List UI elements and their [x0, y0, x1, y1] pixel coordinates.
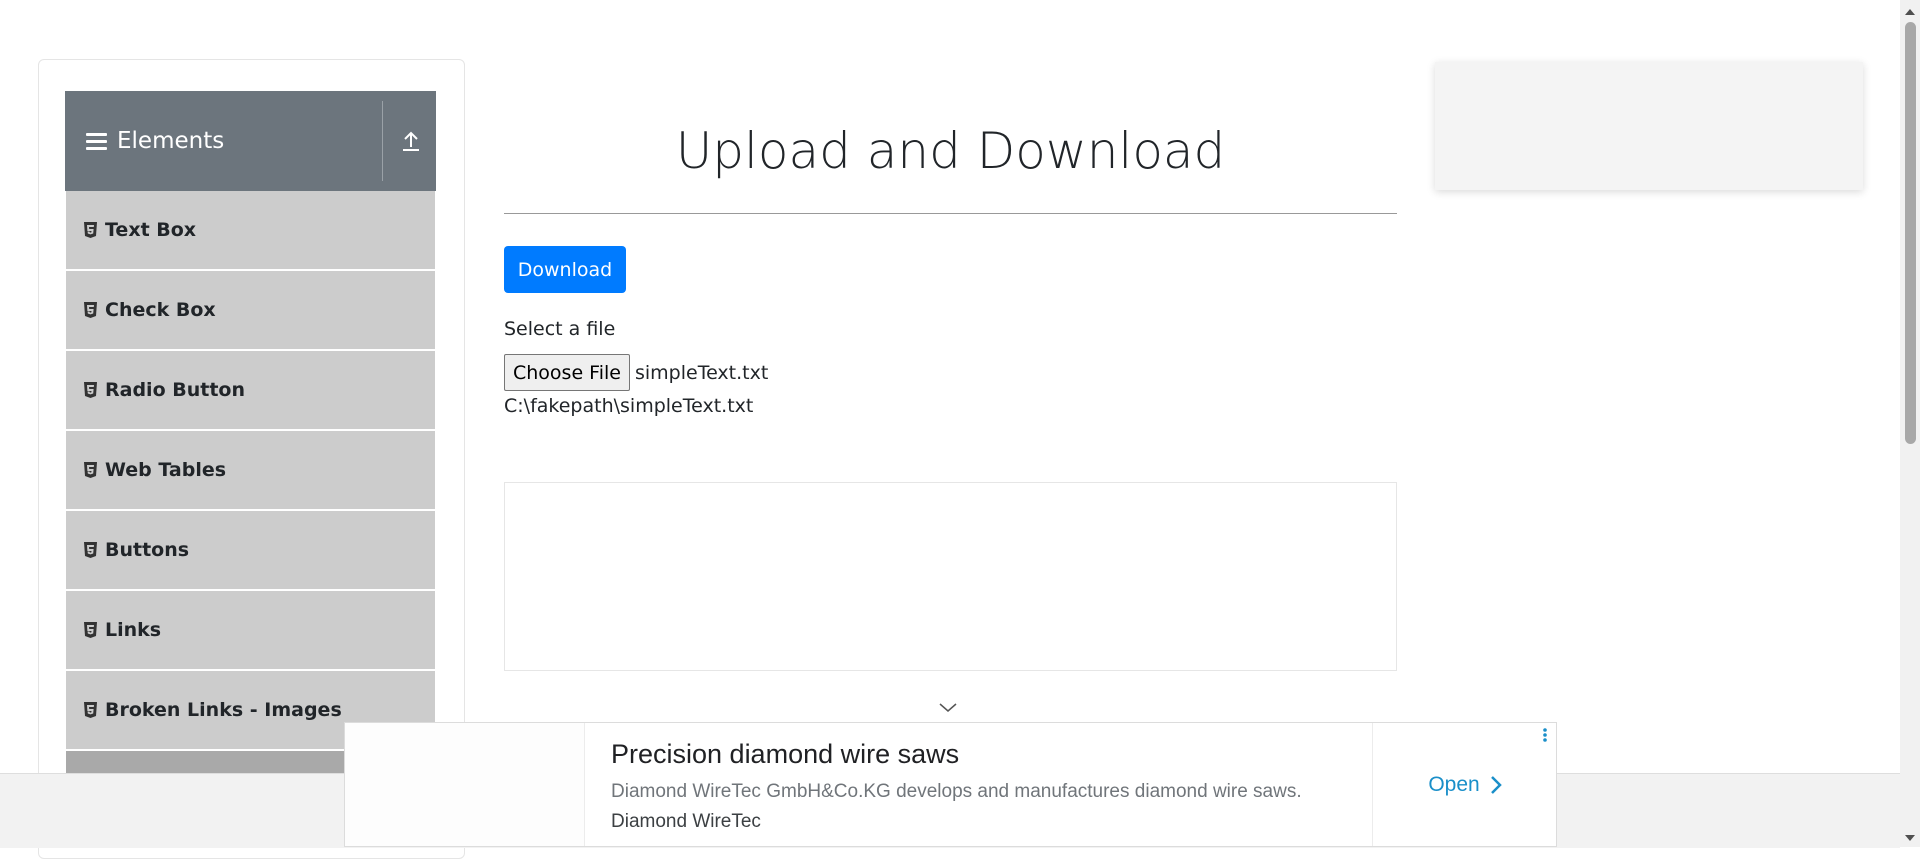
ad-source: Diamond WireTec — [611, 811, 761, 832]
sidebar-item-label: Links — [105, 619, 162, 641]
html5-icon — [84, 222, 97, 238]
sidebar-item-links[interactable]: Links — [66, 591, 435, 671]
download-button[interactable]: Download — [504, 246, 626, 293]
group-title: Elements — [86, 91, 224, 191]
html5-icon — [84, 462, 97, 478]
chevron-right-icon — [1490, 775, 1502, 794]
ad-title[interactable]: Precision diamond wire saws — [611, 739, 959, 770]
ad-description: Diamond WireTec GmbH&Co.KG develops and … — [611, 781, 1302, 802]
ad-image — [345, 723, 585, 846]
scroll-up-arrow-icon[interactable] — [1904, 4, 1916, 22]
page-title: Upload and Download — [675, 122, 1226, 180]
uploaded-file-path: C:\fakepath\simpleText.txt — [504, 395, 754, 417]
hamburger-icon — [86, 132, 107, 150]
right-ad-placeholder — [1435, 62, 1863, 190]
scrollbar-thumb[interactable] — [1905, 22, 1916, 444]
elements-group-header[interactable]: Elements — [65, 91, 436, 191]
bottom-ad-banner[interactable]: Precision diamond wire saws Diamond Wire… — [344, 722, 1557, 847]
html5-icon — [84, 702, 97, 718]
chevron-down-icon[interactable] — [938, 701, 958, 719]
ad-open-label: Open — [1428, 772, 1480, 796]
sidebar-item-label: Buttons — [105, 539, 190, 561]
header-divider — [382, 101, 383, 181]
sidebar-item-web-tables[interactable]: Web Tables — [66, 431, 435, 511]
select-file-label: Select a file — [504, 318, 616, 340]
html5-icon — [84, 622, 97, 638]
choose-file-button[interactable]: Choose File — [504, 354, 630, 391]
html5-icon — [84, 542, 97, 558]
scroll-down-arrow-icon[interactable] — [1904, 830, 1916, 848]
sidebar-item-label: Web Tables — [105, 459, 227, 481]
sidebar-item-check-box[interactable]: Check Box — [66, 271, 435, 351]
sidebar-item-radio-button[interactable]: Radio Button — [66, 351, 435, 431]
ad-open-button[interactable]: Open — [1372, 723, 1557, 846]
title-divider — [504, 213, 1397, 214]
ad-placeholder — [504, 482, 1397, 671]
group-title-label: Elements — [117, 128, 225, 154]
selected-file-name: simpleText.txt — [634, 361, 769, 384]
html5-icon — [84, 382, 97, 398]
sidebar-item-text-box[interactable]: Text Box — [66, 191, 435, 271]
html5-icon — [84, 302, 97, 318]
vertical-scrollbar[interactable] — [1900, 0, 1920, 847]
file-input[interactable]: Choose File simpleText.txt — [504, 354, 768, 391]
ad-options-icon[interactable] — [1542, 727, 1548, 748]
collapse-up-icon[interactable] — [385, 91, 436, 191]
sidebar-item-label: Check Box — [105, 299, 216, 321]
sidebar-item-buttons[interactable]: Buttons — [66, 511, 435, 591]
sidebar-item-label: Broken Links - Images — [105, 699, 342, 721]
sidebar-item-label: Radio Button — [105, 379, 245, 401]
sidebar-item-label: Text Box — [105, 219, 197, 241]
